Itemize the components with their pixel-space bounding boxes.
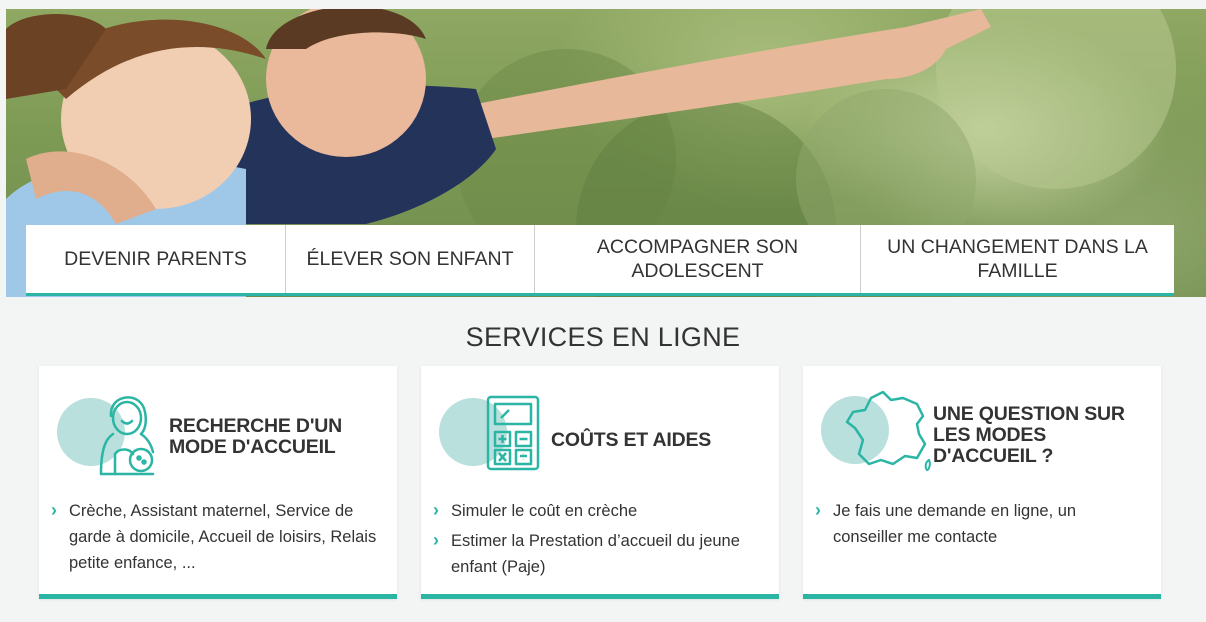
card-link[interactable]: › Simuler le coût en crèche (433, 498, 763, 524)
link-text: Crèche, Assistant maternel, Service de g… (69, 502, 377, 572)
chevron-right-icon: › (815, 500, 821, 520)
link-text: Je fais une demande en ligne, un conseil… (833, 502, 1077, 546)
chevron-right-icon: › (433, 530, 439, 550)
card-link[interactable]: › Je fais une demande en ligne, un conse… (815, 498, 1145, 550)
card-links: › Simuler le coût en crèche › Estimer la… (433, 498, 763, 580)
card-links: › Je fais une demande en ligne, un conse… (815, 498, 1145, 550)
childcare-woman-baby-icon (89, 382, 169, 487)
link-text: Simuler le coût en crèche (451, 502, 638, 520)
card-link[interactable]: › Estimer la Prestation d’accueil du jeu… (433, 528, 763, 580)
chevron-right-icon: › (51, 500, 57, 520)
nav-changement-famille[interactable]: UN CHANGEMENT DANS LA FAMILLE (861, 225, 1174, 293)
card-link[interactable]: › Crèche, Assistant maternel, Service de… (51, 498, 381, 576)
card-header: RECHERCHE D'UN MODE D'ACCUEIL (39, 366, 397, 496)
france-map-icon (843, 388, 933, 479)
calculator-icon (485, 394, 541, 477)
top-bar (0, 0, 1206, 9)
card-links: › Crèche, Assistant maternel, Service de… (51, 498, 381, 576)
card-title: UNE QUESTION SUR LES MODES D'ACCUEIL ? (933, 403, 1125, 467)
card-header: COÛTS ET AIDES (421, 366, 779, 496)
link-text: Estimer la Prestation d’accueil du jeune… (451, 532, 740, 576)
main-navigation: DEVENIR PARENTS ÉLEVER SON ENFANT ACCOMP… (26, 225, 1174, 296)
card-recherche-mode-accueil[interactable]: RECHERCHE D'UN MODE D'ACCUEIL › Crèche, … (39, 366, 397, 599)
card-title: RECHERCHE D'UN MODE D'ACCUEIL (169, 415, 343, 458)
nav-elever-son-enfant[interactable]: ÉLEVER SON ENFANT (286, 225, 535, 293)
card-couts-aides[interactable]: COÛTS ET AIDES › Simuler le coût en crèc… (421, 366, 779, 599)
nav-devenir-parents[interactable]: DEVENIR PARENTS (26, 225, 286, 293)
services-title: SERVICES EN LIGNE (465, 322, 741, 352)
card-question-modes-accueil[interactable]: UNE QUESTION SUR LES MODES D'ACCUEIL ? ›… (803, 366, 1161, 599)
chevron-right-icon: › (433, 500, 439, 520)
nav-accompagner-adolescent[interactable]: ACCOMPAGNER SON ADOLESCENT (535, 225, 861, 293)
card-header: UNE QUESTION SUR LES MODES D'ACCUEIL ? (803, 366, 1161, 496)
card-title: COÛTS ET AIDES (551, 429, 712, 451)
